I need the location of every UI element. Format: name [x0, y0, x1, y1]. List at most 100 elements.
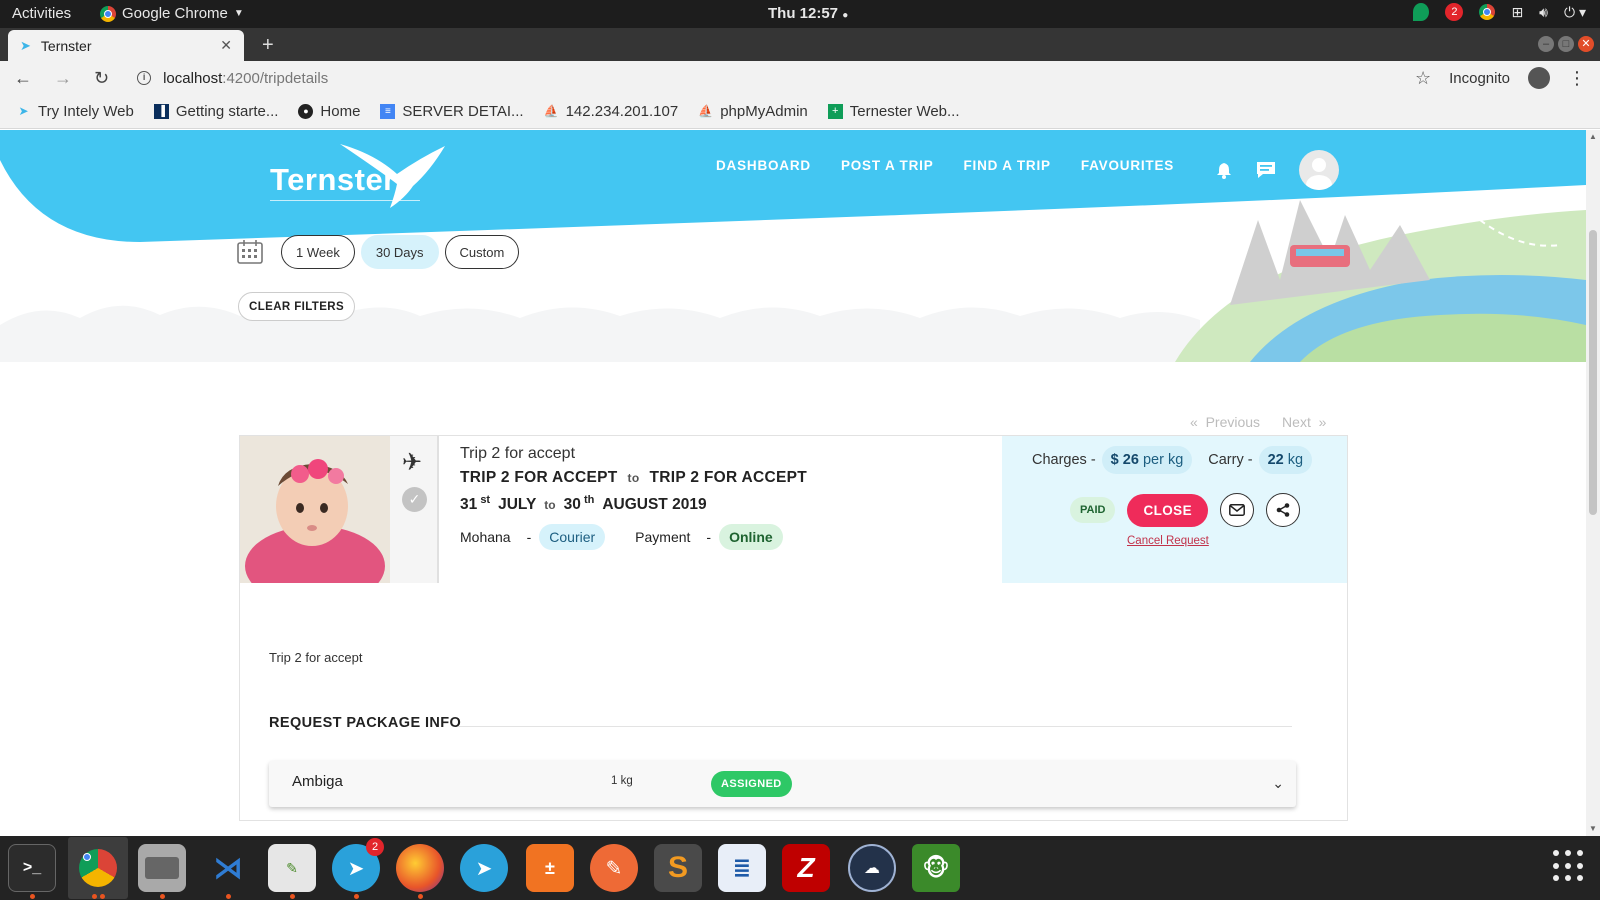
text-editor-icon[interactable]: ✎ — [268, 844, 316, 892]
firefox-icon[interactable] — [396, 844, 444, 892]
nav-find-a-trip[interactable]: FIND A TRIP — [964, 158, 1051, 173]
bookmark-item[interactable]: + Ternester Web... — [827, 103, 960, 120]
url-path: :4200/tripdetails — [222, 69, 329, 87]
trip-actions: PAID CLOSE — [1070, 493, 1300, 527]
network-icon[interactable]: ⊞ — [1511, 4, 1523, 21]
close-window-button[interactable]: ✕ — [1578, 36, 1594, 52]
bookmark-item[interactable]: ⛵ 142.234.201.107 — [544, 103, 679, 120]
calendar-icon[interactable] — [237, 240, 263, 264]
forward-arrow-icon[interactable]: → — [54, 68, 72, 89]
carry-label: Carry - — [1208, 452, 1253, 468]
new-tab-button[interactable]: + — [262, 34, 274, 57]
charges-badge: $ 26 per kg — [1101, 446, 1193, 474]
filter-1-week[interactable]: 1 Week — [281, 235, 355, 269]
back-arrow-icon[interactable]: ← — [14, 68, 32, 89]
bookmark-label: SERVER DETAI... — [402, 103, 524, 120]
charges-amount: 26 — [1122, 452, 1139, 468]
writer-icon[interactable]: ≣ — [718, 844, 766, 892]
telegram-desktop-icon[interactable]: ➤ — [460, 844, 508, 892]
start-day-suffix: st — [480, 494, 491, 506]
bookmark-item[interactable]: ▐ Getting starte... — [153, 103, 278, 120]
page-viewport[interactable]: Ternster DASHBOARD POST A TRIP FIND A TR… — [0, 130, 1586, 836]
traveler-photo — [240, 436, 390, 583]
hangouts-icon[interactable] — [1413, 3, 1430, 21]
bookmark-star-icon[interactable]: ☆ — [1415, 68, 1431, 89]
clock-label: Thu 12:57 — [768, 5, 839, 22]
bookmark-item[interactable]: ≡ SERVER DETAI... — [380, 103, 524, 120]
app-menu[interactable]: Google Chrome ▼ — [100, 5, 244, 22]
package-row[interactable]: Ambiga 1 kg ASSIGNED ⌄ — [269, 761, 1296, 807]
phpmyadmin-icon: ⛵ — [698, 104, 714, 118]
scrollbar-thumb[interactable] — [1589, 230, 1597, 515]
section-divider — [458, 726, 1292, 727]
browser-menu-icon[interactable]: ⋮ — [1568, 68, 1586, 89]
clear-filters-button[interactable]: CLEAR FILTERS — [238, 292, 356, 321]
phpmyadmin-icon: ⛵ — [543, 104, 559, 118]
running-indicator — [354, 894, 359, 899]
chevron-down-icon[interactable]: ⌄ — [1272, 775, 1284, 792]
package-status-badge: ASSIGNED — [711, 771, 792, 797]
close-trip-button[interactable]: CLOSE — [1127, 493, 1208, 527]
url-host: localhost — [163, 69, 223, 87]
incognito-icon[interactable] — [1528, 67, 1550, 89]
calculator-icon[interactable]: ± — [526, 844, 574, 892]
running-indicator — [226, 894, 231, 899]
bell-icon[interactable] — [1215, 161, 1233, 179]
filezilla-icon[interactable]: Z — [782, 844, 830, 892]
scroll-down-arrow-icon[interactable]: ▼ — [1589, 824, 1597, 833]
minimize-window-button[interactable]: – — [1538, 36, 1554, 52]
chrome-dock-item[interactable] — [68, 837, 128, 899]
terminal-icon[interactable]: >_ — [8, 844, 56, 892]
email-button[interactable] — [1219, 493, 1254, 527]
end-day: 30 — [563, 496, 581, 514]
nav-post-a-trip[interactable]: POST A TRIP — [841, 158, 934, 173]
filter-custom[interactable]: Custom — [444, 235, 520, 269]
bookmark-label: Try Intely Web — [38, 103, 134, 120]
previous-page-button[interactable]: « Previous — [1190, 414, 1260, 430]
monkey-app-icon[interactable]: 🐵︎ — [912, 844, 960, 892]
volume-icon[interactable]: 🔊︎ — [1539, 4, 1548, 21]
user-avatar[interactable] — [1299, 150, 1339, 190]
sublime-text-icon[interactable]: S — [654, 844, 702, 892]
vscode-icon[interactable]: ⋊ — [204, 844, 252, 892]
notification-badge-icon[interactable]: 2 — [1445, 3, 1464, 21]
share-button[interactable] — [1265, 493, 1300, 527]
incognito-label: Incognito — [1449, 69, 1510, 87]
running-indicator — [418, 894, 423, 899]
activities-button[interactable]: Activities — [12, 5, 71, 22]
nav-dashboard[interactable]: DASHBOARD — [716, 158, 811, 173]
maximize-window-button[interactable]: □ — [1558, 36, 1574, 52]
close-tab-icon[interactable]: ✕ — [220, 37, 232, 54]
app-menu-label: Google Chrome — [122, 5, 228, 22]
running-indicator — [100, 894, 105, 899]
chat-icon[interactable] — [1255, 160, 1277, 180]
url-field[interactable]: i localhost:4200/tripdetails — [137, 70, 328, 87]
pricing-row: Charges - $ 26 per kg Carry - 22 kg — [1032, 446, 1313, 474]
tab-ternster[interactable]: ➤ Ternster ✕ — [8, 30, 244, 61]
postman-icon[interactable]: ✎ — [590, 844, 638, 892]
bookmark-item[interactable]: ⛵ phpMyAdmin — [698, 103, 808, 120]
bookmark-item[interactable]: ● Home — [298, 103, 360, 120]
next-page-button[interactable]: Next » — [1282, 414, 1326, 430]
clock[interactable]: Thu 12:57 ● — [768, 5, 848, 22]
power-icon[interactable]: ⏻ ▾ — [1564, 4, 1586, 21]
reload-icon[interactable]: ↻ — [94, 68, 109, 89]
cloud-app-icon[interactable]: ☁ — [848, 844, 896, 892]
files-icon[interactable] — [138, 844, 186, 892]
tab-title: Ternster — [40, 37, 92, 54]
end-month: AUGUST 2019 — [602, 496, 707, 514]
cancel-request-link[interactable]: Cancel Request — [1127, 535, 1209, 547]
bookmark-item[interactable]: ➤ Try Intely Web — [16, 103, 134, 120]
filter-30-days[interactable]: 30 Days — [360, 235, 439, 269]
traveler-name: Mohana — [460, 529, 511, 545]
trip-description: Trip 2 for accept — [269, 650, 363, 665]
show-applications-icon[interactable] — [1553, 850, 1585, 882]
chrome-tray-icon[interactable] — [1479, 4, 1496, 20]
page-scrollbar[interactable]: ▲ ▼ — [1586, 130, 1600, 836]
payment-method-badge: Online — [719, 524, 783, 550]
next-label: Next — [1282, 414, 1311, 430]
site-info-icon[interactable]: i — [137, 71, 152, 85]
nav-favourites[interactable]: FAVOURITES — [1081, 158, 1174, 173]
running-indicator — [160, 894, 165, 899]
scroll-up-arrow-icon[interactable]: ▲ — [1589, 132, 1597, 141]
